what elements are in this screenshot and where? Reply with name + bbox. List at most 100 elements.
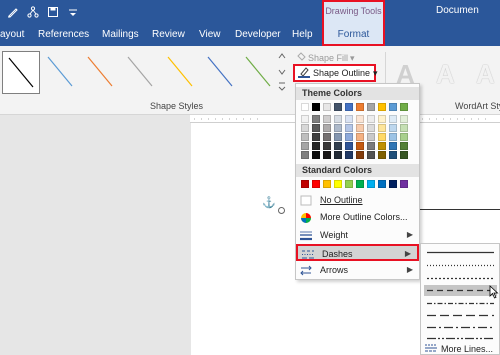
customize-qat-icon[interactable] (66, 5, 80, 19)
theme-shade-swatch[interactable] (400, 142, 408, 150)
no-outline-item[interactable]: No Outline (296, 192, 419, 209)
theme-color-swatch[interactable] (356, 103, 364, 111)
theme-shade-swatch[interactable] (301, 124, 309, 132)
theme-shade-swatch[interactable] (389, 115, 397, 123)
standard-color-swatch[interactable] (334, 180, 342, 188)
theme-shade-swatch[interactable] (345, 142, 353, 150)
theme-shade-swatch[interactable] (378, 115, 386, 123)
theme-color-swatch[interactable] (334, 103, 342, 111)
theme-shade-swatch[interactable] (400, 133, 408, 141)
standard-color-swatch[interactable] (367, 180, 375, 188)
theme-shade-swatch[interactable] (323, 151, 331, 159)
theme-shade-swatch[interactable] (367, 142, 375, 150)
line-selection-handle[interactable] (278, 207, 285, 214)
dash-option-solid[interactable] (424, 247, 497, 258)
theme-shade-swatch[interactable] (301, 133, 309, 141)
theme-shade-swatch[interactable] (389, 151, 397, 159)
dash-option-long-dash-dot[interactable] (424, 322, 497, 333)
gallery-scroll-arrows[interactable] (277, 50, 287, 94)
standard-color-swatch[interactable] (345, 180, 353, 188)
standard-color-swatch[interactable] (323, 180, 331, 188)
theme-shade-swatch[interactable] (356, 133, 364, 141)
style-swatch-4[interactable] (122, 51, 160, 94)
theme-shade-swatch[interactable] (400, 151, 408, 159)
theme-shade-swatch[interactable] (334, 142, 342, 150)
theme-shade-swatch[interactable] (356, 124, 364, 132)
theme-shade-swatch[interactable] (367, 151, 375, 159)
theme-shade-swatch[interactable] (400, 124, 408, 132)
theme-shade-swatch[interactable] (312, 115, 320, 123)
theme-shade-swatch[interactable] (334, 133, 342, 141)
dash-option-round-dot[interactable] (424, 260, 497, 271)
theme-color-swatch[interactable] (378, 103, 386, 111)
theme-shade-swatch[interactable] (367, 133, 375, 141)
theme-shade-swatch[interactable] (323, 115, 331, 123)
style-swatch-7[interactable] (240, 51, 278, 94)
theme-shade-swatch[interactable] (323, 124, 331, 132)
pen-icon[interactable] (6, 5, 20, 19)
dash-option-long-dash[interactable] (424, 310, 497, 321)
style-swatch-2[interactable] (42, 51, 80, 94)
theme-shade-swatch[interactable] (356, 115, 364, 123)
theme-shade-swatch[interactable] (367, 115, 375, 123)
theme-shade-swatch[interactable] (378, 142, 386, 150)
standard-color-swatch[interactable] (389, 180, 397, 188)
theme-color-swatch[interactable] (323, 103, 331, 111)
drawn-line[interactable] (420, 209, 500, 210)
dashes-item[interactable]: Dashes ▶ (296, 244, 419, 261)
tab-view[interactable]: View (199, 29, 221, 40)
theme-shade-swatch[interactable] (301, 115, 309, 123)
style-swatch-5[interactable] (162, 51, 200, 94)
theme-color-swatch[interactable] (400, 103, 408, 111)
theme-shade-swatch[interactable] (345, 124, 353, 132)
tab-review[interactable]: Review (152, 29, 185, 40)
style-swatch-6[interactable] (202, 51, 240, 94)
theme-shade-swatch[interactable] (356, 142, 364, 150)
dash-option-dash[interactable] (424, 285, 497, 296)
theme-shade-swatch[interactable] (323, 133, 331, 141)
theme-shade-swatch[interactable] (345, 115, 353, 123)
standard-color-swatch[interactable] (356, 180, 364, 188)
theme-shade-swatch[interactable] (345, 151, 353, 159)
dash-option-square-dot[interactable] (424, 273, 497, 284)
theme-shade-swatch[interactable] (367, 124, 375, 132)
more-outline-colors-item[interactable]: More Outline Colors... (296, 209, 419, 226)
tab-layout[interactable]: ayout (0, 29, 24, 40)
theme-shade-swatch[interactable] (389, 124, 397, 132)
standard-color-swatch[interactable] (378, 180, 386, 188)
theme-color-swatch[interactable] (367, 103, 375, 111)
style-swatch-3[interactable] (82, 51, 120, 94)
dash-option-dash-dot[interactable] (424, 298, 497, 309)
theme-shade-swatch[interactable] (334, 115, 342, 123)
theme-shade-swatch[interactable] (312, 151, 320, 159)
theme-shade-swatch[interactable] (312, 124, 320, 132)
theme-shade-swatch[interactable] (378, 133, 386, 141)
theme-shade-swatch[interactable] (389, 142, 397, 150)
theme-shade-swatch[interactable] (345, 133, 353, 141)
style-swatch-1[interactable] (2, 51, 40, 94)
theme-shade-swatch[interactable] (323, 142, 331, 150)
tab-developer[interactable]: Developer (235, 29, 281, 40)
tab-references[interactable]: References (38, 29, 89, 40)
arrows-item[interactable]: Arrows ▶ (296, 262, 419, 279)
tab-format[interactable]: Format (324, 23, 383, 44)
more-lines-item[interactable]: More Lines... (425, 343, 493, 355)
shape-outline-button[interactable]: Shape Outline ▾ (293, 64, 378, 82)
weight-item[interactable]: Weight ▶ (296, 227, 419, 244)
theme-color-swatch[interactable] (389, 103, 397, 111)
shape-fill-button[interactable]: Shape Fill ▾ (296, 52, 355, 64)
theme-color-swatch[interactable] (312, 103, 320, 111)
theme-color-swatch[interactable] (345, 103, 353, 111)
tab-mailings[interactable]: Mailings (102, 29, 139, 40)
theme-shade-swatch[interactable] (378, 124, 386, 132)
standard-color-swatch[interactable] (312, 180, 320, 188)
theme-shade-swatch[interactable] (334, 151, 342, 159)
theme-shade-swatch[interactable] (301, 151, 309, 159)
theme-shade-swatch[interactable] (378, 151, 386, 159)
tab-help[interactable]: Help (292, 29, 313, 40)
theme-color-swatch[interactable] (301, 103, 309, 111)
standard-color-swatch[interactable] (400, 180, 408, 188)
standard-color-swatch[interactable] (301, 180, 309, 188)
theme-shade-swatch[interactable] (356, 151, 364, 159)
theme-shade-swatch[interactable] (301, 142, 309, 150)
